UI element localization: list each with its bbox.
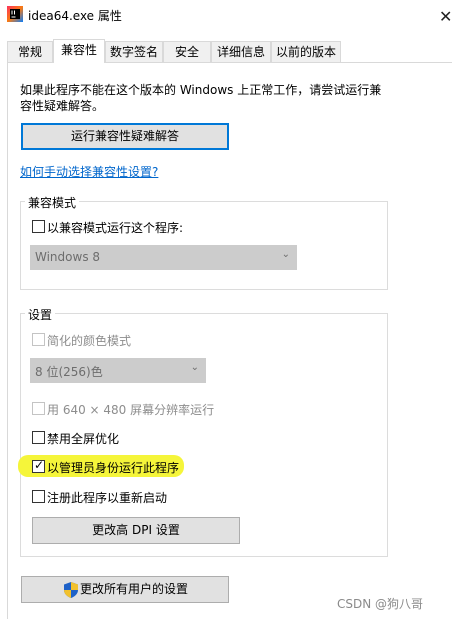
chevron-down-icon: ⌄ bbox=[281, 249, 290, 260]
tab-details[interactable]: 详细信息 bbox=[211, 41, 271, 62]
chevron-down-icon: ⌄ bbox=[190, 362, 199, 373]
disable-fullscreen-label[interactable]: 禁用全屏优化 bbox=[47, 430, 119, 447]
watermark: CSDN @狗八哥 bbox=[337, 597, 424, 611]
tab-digital-signatures[interactable]: 数字签名 bbox=[105, 41, 163, 62]
color-mode-dropdown: 8 位(256)色 ⌄ bbox=[30, 358, 206, 383]
tab-general[interactable]: 常规 bbox=[7, 41, 53, 62]
register-restart-label[interactable]: 注册此程序以重新启动 bbox=[47, 489, 167, 506]
disable-fullscreen-checkbox[interactable] bbox=[32, 431, 45, 444]
intro-text-line2: 容性疑难解答。 bbox=[20, 99, 105, 113]
compat-mode-title: 兼容模式 bbox=[25, 194, 80, 211]
close-button[interactable]: ✕ bbox=[430, 0, 452, 30]
intellij-idea-icon bbox=[7, 6, 23, 22]
reduced-color-checkbox bbox=[32, 333, 45, 346]
manual-compat-link[interactable]: 如何手动选择兼容性设置? bbox=[20, 163, 158, 180]
uac-shield-icon bbox=[64, 582, 78, 598]
compat-mode-checkbox[interactable] bbox=[32, 220, 45, 233]
change-all-users-label: 更改所有用户的设置 bbox=[80, 582, 189, 596]
change-dpi-button[interactable]: 更改高 DPI 设置 bbox=[32, 517, 240, 544]
tab-bar: 常规 兼容性 数字签名 安全 详细信息 以前的版本 bbox=[0, 39, 452, 63]
settings-title: 设置 bbox=[25, 306, 56, 323]
compat-mode-label[interactable]: 以兼容模式运行这个程序: bbox=[47, 219, 183, 236]
compat-os-dropdown: Windows 8 ⌄ bbox=[30, 245, 297, 270]
close-icon: ✕ bbox=[439, 7, 452, 26]
title-bar: idea64.exe 属性 ✕ bbox=[0, 0, 452, 30]
run-troubleshooter-button[interactable]: 运行兼容性疑难解答 bbox=[21, 123, 229, 150]
check-icon: ✓ bbox=[34, 458, 45, 472]
register-restart-checkbox[interactable] bbox=[32, 490, 45, 503]
res-640-checkbox bbox=[32, 402, 45, 415]
window-title: idea64.exe 属性 bbox=[28, 9, 122, 23]
compat-os-value: Windows 8 bbox=[35, 250, 101, 264]
run-as-admin-label[interactable]: 以管理员身份运行此程序 bbox=[47, 459, 179, 476]
tab-previous-versions[interactable]: 以前的版本 bbox=[271, 41, 341, 62]
run-as-admin-checkbox[interactable]: ✓ bbox=[32, 458, 45, 473]
intro-text-line1: 如果此程序不能在这个版本的 Windows 上正常工作，请尝试运行兼 bbox=[20, 83, 382, 97]
change-all-users-button[interactable]: 更改所有用户的设置 bbox=[21, 576, 229, 603]
tab-security[interactable]: 安全 bbox=[163, 41, 211, 62]
tab-compatibility[interactable]: 兼容性 bbox=[53, 39, 105, 63]
color-mode-value: 8 位(256)色 bbox=[35, 365, 103, 379]
reduced-color-label: 简化的颜色模式 bbox=[47, 334, 132, 348]
res-640-label: 用 640 × 480 屏幕分辨率运行 bbox=[47, 403, 215, 417]
